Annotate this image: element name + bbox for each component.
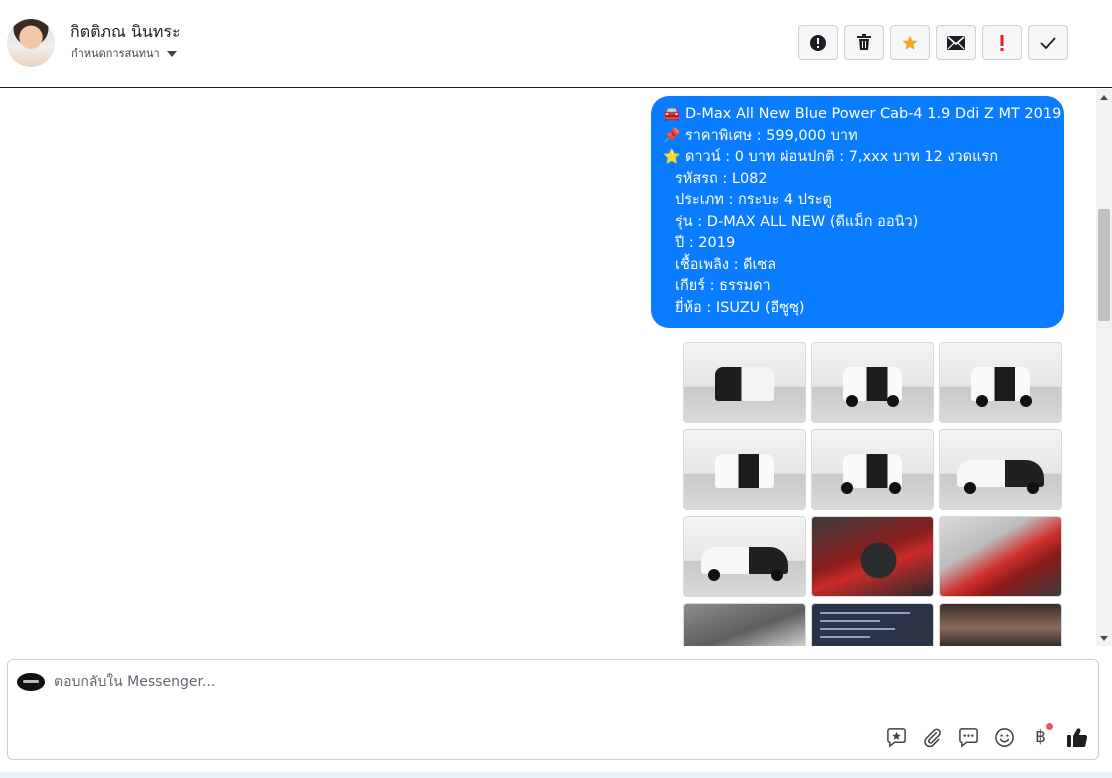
emoji-button[interactable] <box>993 726 1016 749</box>
red-seats-photo[interactable] <box>939 516 1062 597</box>
star-button[interactable] <box>890 25 930 60</box>
outgoing-message-bubble[interactable]: 🚘 D-Max All New Blue Power Cab-4 1.9 Ddi … <box>651 96 1064 328</box>
photo-attachment-grid <box>683 342 1064 646</box>
message-line: เกียร์ : ธรรมดา <box>675 278 771 294</box>
reply-composer: ฿ <box>7 659 1099 760</box>
contact-avatar[interactable] <box>7 19 55 67</box>
envelope-icon <box>947 35 965 50</box>
assign-conversation-dropdown[interactable]: กำหนดการสนทนา <box>71 44 177 62</box>
follow-up-button[interactable] <box>982 25 1022 60</box>
message-line: ยี่ห้อ : ISUZU (อีซูซุ) <box>675 299 805 316</box>
reply-input[interactable] <box>54 670 854 694</box>
message-line: ประเภท : กระบะ 4 ประตู <box>675 192 832 208</box>
car-side-open-doors-photo[interactable] <box>939 429 1062 510</box>
notification-dot <box>1046 723 1053 730</box>
baht-payment-icon: ฿ <box>1035 727 1046 747</box>
message-line: รุ่น : D-MAX ALL NEW (ดีแม็ก ออนิว) <box>675 213 919 230</box>
composer-toolbar: ฿ <box>885 723 1088 749</box>
steering-wheel-photo[interactable] <box>811 516 934 597</box>
check-icon <box>1040 36 1056 49</box>
gauge-cluster-photo[interactable] <box>939 603 1062 646</box>
message-line: ปี : 2019 <box>675 235 736 251</box>
thread-scrollbar[interactable] <box>1096 89 1112 646</box>
spec-sheet-photo[interactable] <box>811 603 934 646</box>
quick-reply-icon <box>959 728 978 748</box>
conversation-header: กิตติภณ นินทระ กำหนดการสนทนา <box>0 0 1112 88</box>
saved-reply-icon <box>887 728 906 748</box>
exclamation-icon <box>1000 34 1004 51</box>
car-emoji-icon: 🚘 <box>663 106 681 122</box>
spam-button[interactable] <box>798 25 838 60</box>
car-front-angle-photo[interactable] <box>811 342 934 423</box>
attachment-icon <box>924 728 941 748</box>
trash-icon <box>857 34 871 50</box>
message-line: ⭐ ดาวน์ : 0 บาท ผ่อนปกติ : 7,xxx บาท 12 ง… <box>663 147 1052 169</box>
alert-circle-icon <box>810 34 826 51</box>
car-side-photo[interactable] <box>683 516 806 597</box>
message-line: 🚘 D-Max All New Blue Power Cab-4 1.9 Ddi … <box>663 104 1061 126</box>
like-button[interactable] <box>1065 726 1088 749</box>
scroll-down-arrow-icon[interactable] <box>1100 636 1108 641</box>
wheel-closeup-photo[interactable] <box>683 603 806 646</box>
star-emoji-icon: ⭐ <box>663 149 681 165</box>
mark-unread-button[interactable] <box>936 25 976 60</box>
scroll-up-arrow-icon[interactable] <box>1100 95 1108 100</box>
message-line: เชื้อเพลิง : ดีเซล <box>675 256 777 273</box>
star-icon <box>902 35 918 50</box>
page-logo-avatar <box>17 673 45 691</box>
message-thread[interactable]: 🚘 D-Max All New Blue Power Cab-4 1.9 Ddi … <box>0 89 1096 646</box>
like-icon <box>1066 728 1087 748</box>
caret-down-icon <box>166 50 177 57</box>
car-front-photo[interactable] <box>683 342 806 423</box>
contact-name[interactable]: กิตติภณ นินทระ <box>70 20 181 45</box>
message-line: 📌 ราคาพิเศษ : 599,000 บาท <box>663 126 1052 148</box>
mark-done-button[interactable] <box>1028 25 1068 60</box>
conversation-actions <box>798 25 1068 60</box>
emoji-icon <box>995 728 1014 747</box>
car-rear-quarter-photo[interactable] <box>811 429 934 510</box>
payment-button[interactable]: ฿ <box>1029 723 1053 749</box>
bottom-strip <box>0 772 1112 778</box>
quick-reply-button[interactable] <box>957 726 980 749</box>
message-line: รหัสรถ : L082 <box>675 170 768 187</box>
delete-button[interactable] <box>844 25 884 60</box>
assign-label: กำหนดการสนทนา <box>71 47 160 60</box>
saved-reply-button[interactable] <box>885 726 908 749</box>
scrollbar-thumb[interactable] <box>1098 209 1110 321</box>
pushpin-emoji-icon: 📌 <box>663 127 681 144</box>
car-rear-photo[interactable] <box>683 429 806 510</box>
car-rear-angle-photo[interactable] <box>939 342 1062 423</box>
attachment-button[interactable] <box>921 726 944 749</box>
